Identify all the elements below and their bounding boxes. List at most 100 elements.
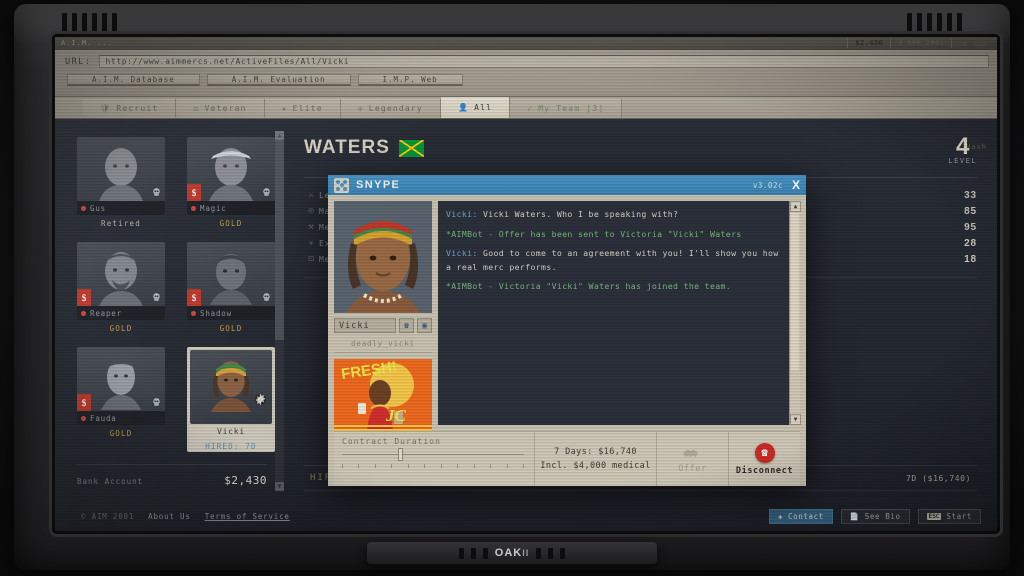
merc-portrait: $ Reaper (77, 242, 165, 320)
chat-message: Vicki: Good to come to an agreement with… (446, 247, 781, 274)
contact-icon: ✚ (777, 511, 783, 521)
jamaica-flag-icon (398, 139, 424, 157)
chat-message: Vicki: Vicki Waters. Who I be speaking w… (446, 208, 781, 222)
chat-scrollbar[interactable]: ▲ ▼ (789, 201, 801, 425)
browser-tab-aim-database[interactable]: A.I.M. Database (67, 74, 200, 86)
contract-price: 7 Days: $16,740 Incl. $4,000 medical (534, 432, 656, 486)
see-bio-button[interactable]: 📄 See Bio (840, 508, 910, 524)
tab-elite-label: Elite (292, 104, 323, 113)
cash-indicator: $2,430 (847, 38, 890, 48)
url-bar: URL: http://www.aimmercs.net/ActiveFiles… (55, 50, 997, 70)
tab-recruit[interactable]: 🛡 Recruit (83, 99, 177, 118)
contact-name-field[interactable]: Vicki (334, 318, 396, 333)
mechanical-icon: ⚒ (308, 222, 315, 232)
merc-name: Shadow (200, 308, 232, 318)
merc-status: Retired (100, 219, 141, 228)
bank-account-label: Bank Account (77, 477, 144, 486)
url-input[interactable]: http://www.aimmercs.net/ActiveFiles/All/… (99, 55, 989, 68)
merc-card-gus[interactable]: Gus Retired (77, 137, 165, 228)
merc-card-vicki[interactable]: Vicki HIRED: 7D (187, 347, 275, 452)
scroll-down-icon[interactable]: ▼ (275, 482, 284, 491)
vicki-portrait (334, 201, 432, 313)
category-tab-strip: 🛡 Recruit ⚖ Veteran ★ Elite ✣ Legendary (55, 97, 997, 119)
start-button[interactable]: ESC Start (917, 508, 981, 524)
scrollbar-thumb[interactable] (275, 131, 284, 340)
contact-button[interactable]: ✚ Contact (768, 508, 833, 524)
browser-chrome: A.I.M. ... $2,430 3 APR 2001 URL: http:/… (55, 37, 997, 97)
merc-name: Magic (200, 203, 227, 213)
merc-name: Fauda (90, 413, 117, 423)
disconnect-button[interactable]: ☎ Disconnect (728, 432, 800, 486)
offer-button[interactable]: Offer (656, 432, 728, 486)
signal-battery-group (951, 38, 991, 48)
skull-badge-icon (153, 188, 160, 196)
level-value: 4 (956, 133, 970, 160)
merc-portrait (190, 350, 272, 424)
tab-veteran[interactable]: ⚖ Veteran (176, 99, 265, 118)
tab-legendary[interactable]: ✣ Legendary (340, 99, 441, 118)
level-box: 4 LEVEL (948, 133, 977, 166)
close-icon[interactable]: X (792, 178, 800, 192)
chat-author: Vicki: (446, 209, 478, 219)
tab-my-team[interactable]: ✓ My Team [3] (510, 99, 623, 118)
salary-badge: $ (187, 289, 201, 306)
skill-value: 28 (964, 237, 977, 249)
gear-icon[interactable] (254, 393, 267, 406)
avatar (101, 358, 141, 410)
snype-body: Vicki ☎ ▣ deadly_vicki FRESH! JC Vicki: … (328, 195, 806, 431)
vent-right (907, 13, 962, 32)
chat-message: *AIMBot - Victoria "Vicki" Waters has jo… (446, 280, 781, 294)
browser-tab-aim-evaluation[interactable]: A.I.M. Evaluation (206, 74, 351, 86)
scrollbar-thumb[interactable] (791, 213, 799, 370)
status-dot-icon (81, 310, 86, 316)
monitor-stand: OAKII (367, 542, 657, 564)
avatar (99, 148, 143, 201)
tab-veteran-label: Veteran (204, 104, 247, 113)
contract-duration-slider[interactable] (342, 448, 524, 461)
browser-tab-strip: A.I.M. Database A.I.M. Evaluation I.M.P.… (55, 70, 997, 86)
check-icon: ✓ (527, 104, 534, 113)
video-icon[interactable]: ▣ (417, 318, 432, 333)
contract-duration-label: Contract Duration (342, 437, 441, 446)
chat-log: Vicki: Vicki Waters. Who I be speaking w… (438, 201, 789, 425)
merc-portrait: $ Shadow (187, 242, 275, 320)
avatar (211, 361, 251, 412)
merc-card-shadow[interactable]: $ Shadow GOLD (187, 242, 275, 333)
tab-all-label: All (474, 103, 493, 112)
fresh-cola-ad[interactable]: FRESH! JC (334, 359, 432, 431)
merc-status: GOLD (109, 324, 133, 333)
scroll-down-icon[interactable]: ▼ (790, 414, 801, 425)
explosives-icon: ☣ (308, 238, 315, 248)
merc-list-scrollbar[interactable]: ▲ ▼ (275, 131, 284, 491)
esc-key-icon: ESC (926, 512, 942, 520)
snype-app-name: SNYPE (356, 179, 401, 191)
contact-handle: deadly_vicki (334, 339, 432, 353)
contact-button-label: Contact (788, 511, 824, 521)
marksmanship-icon: ◎ (308, 206, 315, 216)
browser-tab-imp-web[interactable]: I.M.P. Web (357, 74, 463, 86)
phone-icon[interactable]: ☎ (399, 318, 414, 333)
snype-titlebar-right: v3.02c X (753, 178, 800, 192)
scroll-up-icon[interactable]: ▲ (790, 201, 801, 212)
tab-legendary-label: Legendary (368, 104, 423, 113)
slider-handle[interactable] (398, 448, 404, 461)
chat-message: *AIMBot - Offer has been sent to Victori… (446, 228, 781, 242)
skull-badge-icon (263, 188, 270, 196)
leadership-icon: ⚔ (308, 190, 315, 200)
tab-elite[interactable]: ★ Elite (264, 99, 341, 118)
screen: A.I.M. ... $2,430 3 APR 2001 URL: http:/… (55, 37, 997, 531)
merc-status: GOLD (109, 429, 133, 438)
merc-card-magic[interactable]: $ Magic GOLD (187, 137, 275, 228)
merc-card-reaper[interactable]: $ Reaper GOLD (77, 242, 165, 333)
snype-version: v3.02c (752, 180, 783, 190)
contract-price-medical: Incl. $4,000 medical (540, 461, 651, 471)
about-us-link[interactable]: About Us (148, 512, 191, 521)
snype-contact-panel: Vicki ☎ ▣ deadly_vicki FRESH! JC (334, 201, 432, 431)
footer-buttons: ✚ Contact 📄 See Bio ESC Start (768, 508, 981, 524)
tab-all[interactable]: 👤 All (440, 97, 511, 118)
merc-card-fauda[interactable]: $ Fauda GOLD (77, 347, 165, 452)
terms-of-service-link[interactable]: Terms of Service (205, 512, 290, 521)
skull-badge-icon (153, 293, 160, 301)
skill-value: 33 (964, 189, 977, 201)
merc-name-bar: Reaper (77, 306, 165, 320)
